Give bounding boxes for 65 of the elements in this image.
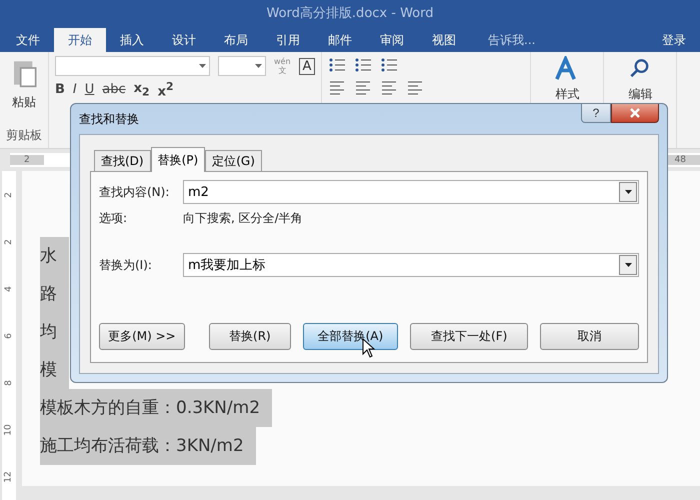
ribbon-tab[interactable]: 审阅 [366,28,418,52]
ribbon-tab[interactable]: 视图 [418,28,470,52]
ribbon-tab[interactable]: 布局 [210,28,262,52]
find-field[interactable]: m2 [183,180,639,204]
field-label: 替换为(I): [99,256,153,274]
window-title: Word高分排版.docx - Word [266,5,434,22]
dialog-tab[interactable]: 查找(D) [94,150,151,172]
dialog-button[interactable]: 查找下一处(F) [410,323,528,350]
ruler-number: 6 [4,332,14,338]
ribbon-tab[interactable]: 插入 [106,28,158,52]
ruler-number: 2 [10,155,44,165]
sign-in-link[interactable]: 登录 [662,28,686,52]
ruler-number: 8 [4,380,14,386]
document-text: 路 [40,275,69,313]
bold-button[interactable]: B [55,82,65,98]
list-icon[interactable] [354,56,372,74]
document-text: 施工均布活荷载：3KN/m2 [40,427,256,465]
replace-field[interactable]: m我要加上标 [183,253,639,277]
caret-icon [624,263,632,267]
field-label: 选项: [99,210,128,227]
ruler-number: 10 [4,424,14,436]
tell-me-field[interactable]: 告诉我... [488,28,536,52]
dialog-button[interactable]: 取消 [540,323,639,350]
subscript-button[interactable]: x$_{2}$ [134,80,150,98]
document-text: 水 [40,237,69,275]
dialog-button[interactable]: 替换(R) [208,323,291,350]
ribbon-tab[interactable]: 设计 [158,28,210,52]
ribbon-tab[interactable]: 邮件 [314,28,366,52]
editing-button[interactable]: 编辑 [628,86,652,103]
help-button[interactable]: ? [581,104,611,123]
ruler-number: 12 [4,470,14,482]
superscript-button[interactable]: x$^{2}$ [158,80,174,100]
paste-button[interactable]: 粘贴 [12,94,36,111]
field-label: 查找内容(N): [99,184,170,200]
document-text: 均 [40,313,69,351]
ruler-number: 2 [4,238,14,244]
caret-icon [624,190,632,194]
more-button[interactable]: 更多(M) >> [99,323,185,350]
document-text: 模板木方的自重：0.3KN/m2 [40,389,272,427]
caret-icon [255,64,262,68]
underline-button[interactable]: U [84,82,94,98]
dialog-tab[interactable]: 定位(G) [205,150,262,172]
document-text: 模 [40,351,69,389]
options-text: 向下搜索, 区分全/半角 [183,210,303,227]
dropdown-button[interactable] [619,255,637,275]
list-icon[interactable] [328,56,346,74]
ruler-number: 2 [4,192,14,198]
italic-button[interactable]: I [72,82,77,98]
strikethrough-button[interactable]: abc [102,82,126,98]
group-label: 剪贴板 [6,127,42,144]
ribbon-tab[interactable]: 开始 [54,28,106,52]
caret-icon [199,64,206,68]
character-border-button[interactable]: A [298,58,316,74]
list-icon[interactable] [380,56,398,74]
ribbon-tab[interactable]: 引用 [262,28,314,52]
dialog-title: 查找和替换 [79,110,139,128]
ribbon-tab[interactable]: 文件 [2,28,54,52]
styles-button[interactable]: 样式 [555,86,580,103]
close-button[interactable] [611,104,659,123]
font-size-field[interactable] [218,56,266,76]
dropdown-button[interactable] [619,182,637,202]
font-name-field[interactable] [55,56,210,76]
close-icon [629,108,641,118]
ruler-number: 4 [4,286,14,292]
dialog-tab[interactable]: 替换(P) [150,147,206,172]
